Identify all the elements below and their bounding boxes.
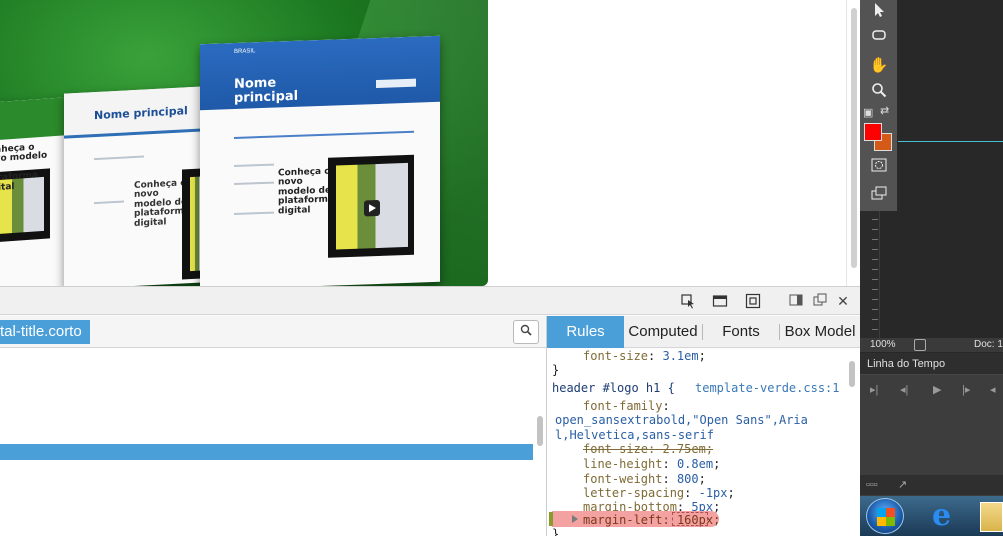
previous-frame-icon[interactable]: ◂| (900, 383, 908, 396)
undock-icon[interactable] (812, 293, 828, 309)
ps-guide-line[interactable] (898, 141, 1003, 142)
markup-scrollbar[interactable] (535, 349, 545, 536)
swap-colors-icon[interactable]: ⇄ (880, 104, 889, 117)
decl-prop: letter-spacing (583, 486, 685, 500)
folder-icon[interactable] (980, 502, 1003, 532)
mockup-card-middle: Nome principal Conheça o novo modelo de … (64, 86, 204, 286)
decl-prop: font-size (583, 442, 649, 456)
mockup-site-label: BRASIL (234, 48, 256, 56)
selected-node-row[interactable] (0, 444, 533, 460)
doc-info: Doc: 1 (974, 339, 1003, 350)
start-button[interactable] (866, 498, 904, 534)
decl-prop: font-size (583, 349, 649, 363)
next-frame-icon[interactable]: |▸ (962, 383, 970, 396)
rule-source-link[interactable]: template-verde.css:1 (695, 381, 840, 396)
rule-close-brace: } (552, 363, 560, 377)
decl-prop: line-height (583, 457, 663, 471)
markup-scrollbar-thumb[interactable] (537, 416, 543, 446)
play-icon[interactable]: ▶ (933, 383, 941, 396)
ps-canvas[interactable] (898, 0, 1003, 338)
devtools-toolbar: ✕ (0, 287, 860, 315)
console-icon[interactable] (712, 293, 728, 309)
enable-checkbox[interactable] (549, 512, 553, 526)
decl-value: 2.75em (662, 442, 706, 456)
rule-end-brace: } (552, 527, 560, 536)
convert-icon[interactable]: ↗ (898, 475, 907, 495)
mockup-story-title-left: Conheça o novo modelo de plataforma digi… (0, 142, 48, 194)
decl-font-family[interactable]: font-family: (583, 399, 670, 414)
move-tool-icon[interactable] (869, 2, 889, 22)
tab-box-model[interactable]: Box Model (780, 316, 860, 348)
page-hero-image: Conheça o novo modelo de plataforma digi… (0, 0, 488, 286)
go-to-first-frame-icon[interactable]: ▸| (870, 383, 878, 396)
search-icon[interactable] (513, 320, 539, 344)
markup-view[interactable] (0, 349, 546, 536)
decl-font-size-overridden[interactable]: font-size: 2.75em; (583, 442, 713, 457)
zoom-tool-icon[interactable] (869, 82, 889, 102)
devtools-panel: ✕ tal-title.corto Rules Computed Fonts B… (0, 286, 860, 536)
decl-prop: font-weight (583, 472, 663, 486)
rules-view[interactable]: font-size: 3.1em; } header #logo h1 { te… (547, 349, 860, 536)
mockup-video-front (328, 154, 414, 258)
decl-prop: margin-left (583, 513, 663, 527)
expand-arrow-icon[interactable] (572, 515, 578, 523)
dock-side-icon[interactable] (788, 293, 804, 309)
value-editor-box[interactable] (672, 512, 708, 526)
ps-vertical-ruler (860, 211, 880, 338)
audio-icon[interactable]: ◂ (990, 383, 996, 396)
rule-prev-decl[interactable]: font-size: 3.1em; (583, 349, 706, 364)
tab-computed[interactable]: Computed (624, 316, 702, 348)
ps-toolbox: ✋ ▣ ⇄ (860, 0, 898, 211)
page-scrollbar-thumb[interactable] (851, 8, 857, 268)
rules-scrollbar-thumb[interactable] (849, 361, 855, 387)
default-colors-icon[interactable]: ▣ (863, 106, 873, 119)
screen-mode-icon[interactable] (869, 186, 889, 206)
breadcrumb[interactable]: tal-title.corto (0, 320, 90, 344)
page-scrollbar[interactable] (846, 0, 860, 286)
photoshop-window: ✋ ▣ ⇄ 100% Doc: 1 Linha do Tempo ▸| ◂| ▶… (860, 0, 1003, 536)
ps-status-bar: 100% Doc: 1 (860, 338, 1003, 352)
decl-font-weight[interactable]: font-weight: 800; (583, 472, 706, 487)
sidebar-tabs: Rules Computed Fonts Box Model (547, 316, 860, 348)
hand-tool-icon[interactable]: ✋ (869, 56, 889, 76)
decl-value: 0.8em (676, 457, 714, 471)
mockup-name-front: Nome principal (234, 75, 299, 106)
timeline-title[interactable]: Linha do Tempo (860, 353, 1003, 375)
screen: Conheça o novo modelo de plataforma digi… (0, 0, 1003, 536)
decl-line-height[interactable]: line-height: 0.8em; (583, 457, 720, 472)
windows-taskbar: e (860, 496, 1003, 536)
rule-selector[interactable]: header #logo h1 { (552, 381, 675, 396)
close-icon[interactable]: ✕ (835, 293, 851, 309)
frame-options-icon[interactable]: ▫▫▫ (866, 475, 878, 495)
timeline-bottom-bar: ▫▫▫ ↗ (860, 475, 1003, 495)
decl-value: 800 (676, 472, 699, 486)
rules-scrollbar[interactable] (847, 349, 857, 536)
tab-fonts[interactable]: Fonts (703, 316, 779, 348)
decl-font-family-value[interactable]: open_sansextrabold,"Open Sans",Arial,Hel… (555, 413, 815, 442)
internet-explorer-icon[interactable]: e (932, 500, 964, 532)
rectangle-tool-icon[interactable] (869, 28, 889, 48)
ps-timeline-panel: Linha do Tempo ▸| ◂| ▶ |▸ ◂ ▫▫▫ ↗ (860, 353, 1003, 496)
page-blank-area (488, 0, 860, 286)
windows-logo-icon (877, 508, 895, 526)
pick-element-icon[interactable] (680, 293, 696, 309)
quick-mask-icon[interactable] (869, 158, 889, 178)
play-icon (364, 199, 380, 217)
decl-value: 3.1em (662, 349, 699, 363)
mockup-card-front: BRASIL Nome principal Conheça o novo mod… (200, 35, 440, 286)
zoom-level[interactable]: 100% (870, 338, 896, 352)
breadcrumb-bar: tal-title.corto (0, 316, 546, 348)
responsive-icon[interactable] (745, 293, 761, 309)
status-menu-icon[interactable] (914, 339, 926, 351)
decl-letter-spacing[interactable]: letter-spacing: -1px; (583, 486, 735, 501)
tab-rules[interactable]: Rules (547, 316, 624, 348)
foreground-color-swatch[interactable] (864, 123, 882, 141)
decl-prop: font-family (583, 399, 663, 413)
decl-value: -1px (698, 486, 728, 500)
